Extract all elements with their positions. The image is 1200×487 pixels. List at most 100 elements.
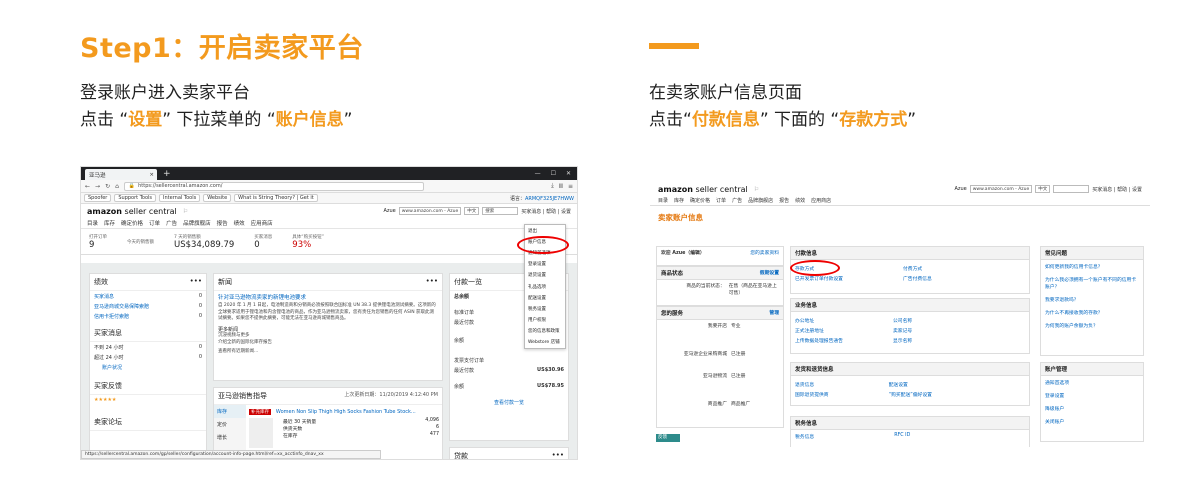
back-icon[interactable]: ← (85, 183, 90, 190)
metric-7day-sales[interactable]: 7 天的销售额 US$34,089.79 (174, 234, 234, 250)
tab-growth[interactable]: 增长 (214, 431, 246, 444)
nav-advertising[interactable]: 广告 (166, 219, 177, 227)
new-tab-button[interactable]: + (163, 169, 171, 179)
list-item[interactable]: 亚马逊商城交易保障索赔 0 (90, 301, 206, 311)
bookmark-string-theory[interactable]: What is String Theory? | Get it (234, 194, 318, 202)
url-input[interactable]: 🔒 https://sellercentral.amazon.com/ (123, 181, 424, 191)
charge-methods-link[interactable]: 付费方式 (903, 263, 932, 273)
bookmark-website[interactable]: Website (203, 194, 232, 202)
buy-shipping-preferences-link[interactable]: “购买配送”偏好设置 (889, 389, 932, 399)
more-icon[interactable]: ••• (190, 277, 202, 287)
more-icon[interactable]: ••• (426, 277, 438, 287)
menu-item-logout[interactable]: 退出 (525, 225, 565, 236)
bookmark-spoofer[interactable]: Spoofer (84, 194, 112, 202)
advertising-payment-link[interactable]: 广告付费信息 (903, 273, 932, 283)
library-icon[interactable]: Ⅲ (559, 183, 563, 190)
nav-advertising[interactable]: 广告 (732, 197, 742, 204)
forward-icon[interactable]: → (95, 183, 100, 190)
menu-item-shipping-settings[interactable]: 配送设置 (525, 292, 565, 303)
close-icon[interactable]: × (149, 172, 157, 178)
more-icon[interactable]: ••• (552, 451, 564, 459)
metric-open-orders[interactable]: 打开订单 9 (89, 234, 107, 250)
nav-performance[interactable]: 绩效 (234, 219, 245, 227)
minimize-icon[interactable]: — (535, 170, 541, 177)
metric-buyer-messages[interactable]: 买家消息 0 (254, 234, 272, 250)
downloads-icon[interactable]: ⤓ (551, 182, 554, 190)
header-links[interactable]: 买家消息 | 帮助 | 设置 (1092, 186, 1142, 193)
metric-buy-box[interactable]: 具体“购买按钮” 93% (292, 234, 324, 250)
login-settings-link[interactable]: 登录设置 (1041, 389, 1143, 402)
nav-stores[interactable]: 品牌旗舰店 (183, 219, 211, 227)
faq-link[interactable]: 为什么我必须拥有一个账户有不同的信用卡账户？ (1041, 273, 1143, 293)
nav-catalog[interactable]: 目录 (658, 197, 668, 204)
nav-inventory[interactable]: 库存 (674, 197, 684, 204)
nav-stores[interactable]: 品牌旗舰店 (748, 197, 773, 204)
notification-preferences-link[interactable]: 通知首选项 (1041, 376, 1143, 389)
all-news-link[interactable]: 查看所有近期新闻... (214, 349, 442, 356)
faq-link[interactable]: 如何更新我的信用卡信息？ (1041, 260, 1143, 273)
nav-appstore[interactable]: 应用商店 (251, 219, 273, 227)
menu-item-webstore[interactable]: Webstore 店铺 (525, 337, 565, 348)
header-links[interactable]: 买家消息 | 帮助 | 设置 (521, 208, 571, 215)
account-health-link[interactable]: 账户状况 (90, 362, 206, 372)
tab-pricing[interactable]: 定价 (214, 418, 246, 431)
seller-central-logo[interactable]: amazon seller central (658, 185, 748, 194)
faq-link[interactable]: 为何我的账户余额为负？ (1041, 319, 1143, 332)
data-report-link[interactable]: 上传数据处理报告通告 (795, 335, 843, 345)
metric-today-sales[interactable]: 今天的销售额 (127, 239, 154, 245)
nav-appstore[interactable]: 应用商店 (811, 197, 831, 204)
nav-pricing[interactable]: 确定价格 (121, 219, 143, 227)
more-news-link[interactable]: 介绍全新的国际化库存报告 (214, 340, 442, 347)
reload-icon[interactable]: ↻ (105, 183, 110, 190)
menu-item-gift-options[interactable]: 礼品选项 (525, 281, 565, 292)
home-icon[interactable]: ⌂ (115, 183, 119, 190)
registered-address-link[interactable]: 正式注册地址 (795, 325, 843, 335)
close-account-link[interactable]: 关闭账户 (1041, 415, 1143, 428)
menu-item-tax-settings[interactable]: 税务设置 (525, 303, 565, 314)
bookmark-support-tools[interactable]: Support Tools (114, 194, 157, 202)
marketplace-select[interactable]: www.amazon.com - Azue (398, 207, 462, 215)
nav-performance[interactable]: 绩效 (795, 197, 805, 204)
nav-reports[interactable]: 报告 (779, 197, 789, 204)
menu-item-user-permissions[interactable]: 用户权限 (525, 315, 565, 326)
menu-item-login-settings[interactable]: 登录设置 (525, 259, 565, 270)
language-select[interactable]: 中文 (464, 207, 480, 215)
close-window-icon[interactable]: ✕ (566, 170, 571, 177)
nav-pricing[interactable]: 确定价格 (690, 197, 710, 204)
tax-info-link[interactable]: 税务信息 (795, 433, 814, 440)
vacation-settings-link[interactable]: 假期设置 (760, 269, 779, 277)
seller-profile-link[interactable]: 您的卖家资料 (750, 249, 779, 256)
nav-reports[interactable]: 报告 (217, 219, 228, 227)
nav-orders[interactable]: 订单 (149, 219, 160, 227)
bookmark-internal-tools[interactable]: Internal Tools (159, 194, 201, 202)
menu-item-return-settings[interactable]: 退货设置 (525, 270, 565, 281)
nav-orders[interactable]: 订单 (716, 197, 726, 204)
faq-link[interactable]: 为什么不再接收我的存款？ (1041, 306, 1143, 319)
seller-central-logo[interactable]: amazon seller central (87, 207, 177, 216)
display-name-link[interactable]: 显示名称 (893, 335, 912, 345)
news-headline[interactable]: 针对亚马逊物流卖家的新锂电池要求 (214, 291, 442, 303)
office-address-link[interactable]: 办公地址 (795, 315, 843, 325)
language-select[interactable]: 中文 (1035, 185, 1051, 193)
menu-icon[interactable]: ≡ (568, 183, 573, 190)
search-input[interactable]: 搜索 (482, 207, 519, 215)
marketplace-select[interactable]: www.amazon.com - Azue (969, 185, 1033, 193)
faq-link[interactable]: 我要求退款吗？ (1041, 293, 1143, 306)
menu-item-info-policies[interactable]: 您的信息和政策 (525, 326, 565, 337)
product-title[interactable]: Women Non Slip Thigh High Socks Fashion … (276, 409, 416, 415)
international-returns-link[interactable]: 国际退货提供商 (795, 389, 829, 399)
tab-inventory[interactable]: 库存 (214, 405, 246, 418)
nav-catalog[interactable]: 目录 (87, 219, 98, 227)
seller-id-link[interactable]: ARMQF325JE7HWW (525, 196, 574, 202)
list-item[interactable]: 信用卡拒付索赔 0 (90, 311, 206, 321)
return-info-link[interactable]: 退货信息 (795, 379, 829, 389)
manage-link[interactable]: 管理 (769, 309, 779, 317)
nav-inventory[interactable]: 库存 (104, 219, 115, 227)
list-item[interactable]: 买家消息 0 (90, 291, 206, 301)
browser-tab[interactable]: 亚马逊 × (85, 169, 157, 180)
company-name-link[interactable]: 公司名称 (893, 315, 912, 325)
downgrade-account-link[interactable]: 降级账户 (1041, 402, 1143, 415)
view-payments-link[interactable]: 查看付款一览 (450, 397, 568, 407)
seller-token-link[interactable]: 卖家记号 (893, 325, 912, 335)
rfc-id-link[interactable]: RFC ID (894, 433, 910, 440)
